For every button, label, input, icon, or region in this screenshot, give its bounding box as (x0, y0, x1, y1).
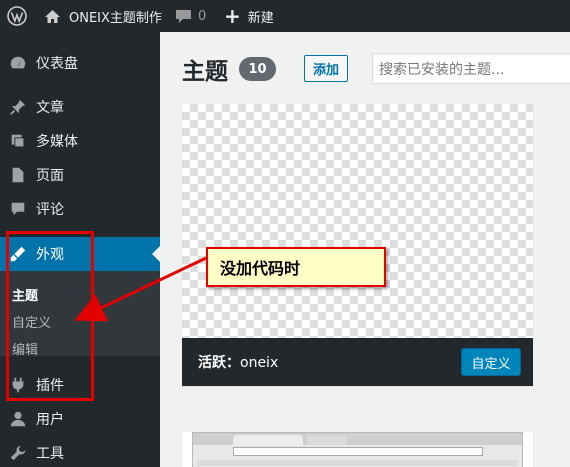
comment-bubble-icon (176, 9, 191, 23)
menu-label: 页面 (36, 168, 64, 184)
theme-screenshot[interactable] (182, 104, 533, 338)
user-icon (0, 410, 36, 428)
menu-item-users[interactable]: 用户 (0, 402, 160, 436)
browser-address-bar (233, 447, 483, 456)
active-prefix: 活跃： (198, 355, 240, 371)
home-icon (45, 9, 60, 23)
menu-item-dashboard[interactable]: 仪表盘 (0, 46, 160, 80)
menu-item-media[interactable]: 多媒体 (0, 124, 160, 158)
add-theme-button[interactable]: 添加 (304, 55, 348, 82)
browser-tab (307, 435, 347, 445)
new-content-label: 新建 (247, 10, 274, 26)
menu-label: 工具 (36, 446, 64, 462)
annotation-highlight-box (6, 231, 94, 401)
site-name-label: ONEIX主题制作 (69, 10, 162, 26)
theme-search-input[interactable]: 搜索已安装的主题... (372, 53, 570, 84)
media-icon (0, 132, 36, 150)
menu-item-posts[interactable]: 文章 (0, 90, 160, 124)
menu-item-tools[interactable]: 工具 (0, 436, 160, 467)
page-icon (0, 166, 36, 184)
menu-label: 评论 (36, 202, 64, 218)
page-title: 主题 (182, 59, 228, 85)
customize-button[interactable]: 自定义 (461, 348, 521, 376)
theme-name-bar: 活跃：oneix 自定义 (182, 338, 533, 386)
menu-label: 文章 (36, 100, 64, 116)
theme-count-badge: 10 (239, 57, 276, 81)
theme-card[interactable] (182, 432, 533, 467)
menu-label: 多媒体 (36, 134, 78, 150)
admin-bar: ONEIX主题制作 0 + 新建 (0, 0, 570, 32)
dashboard-icon (0, 54, 36, 72)
comments-link[interactable]: 0 (175, 0, 206, 32)
site-name-link[interactable]: ONEIX主题制作 (44, 0, 162, 32)
active-theme-card[interactable]: 活跃：oneix 自定义 (182, 104, 533, 386)
wordpress-logo-icon[interactable] (0, 0, 34, 32)
plus-icon: + (224, 4, 241, 28)
browser-tab-strip (193, 433, 522, 445)
browser-tab (233, 435, 303, 445)
new-content-link[interactable]: + 新建 (224, 0, 274, 32)
annotation-callout: 没加代码时 (206, 247, 386, 287)
comment-icon (0, 200, 36, 218)
theme-name: 活跃：oneix (198, 352, 278, 372)
theme-name-text: oneix (240, 355, 279, 371)
menu-label: 仪表盘 (36, 56, 78, 72)
theme-screenshot[interactable] (192, 432, 523, 467)
browser-bookmarks-bar (197, 460, 517, 466)
menu-label: 用户 (36, 412, 64, 428)
menu-item-pages[interactable]: 页面 (0, 158, 160, 192)
comment-count: 0 (198, 8, 207, 24)
current-menu-arrow (152, 246, 160, 262)
wrench-icon (0, 444, 36, 462)
menu-item-comments[interactable]: 评论 (0, 192, 160, 226)
pin-icon (0, 98, 36, 116)
